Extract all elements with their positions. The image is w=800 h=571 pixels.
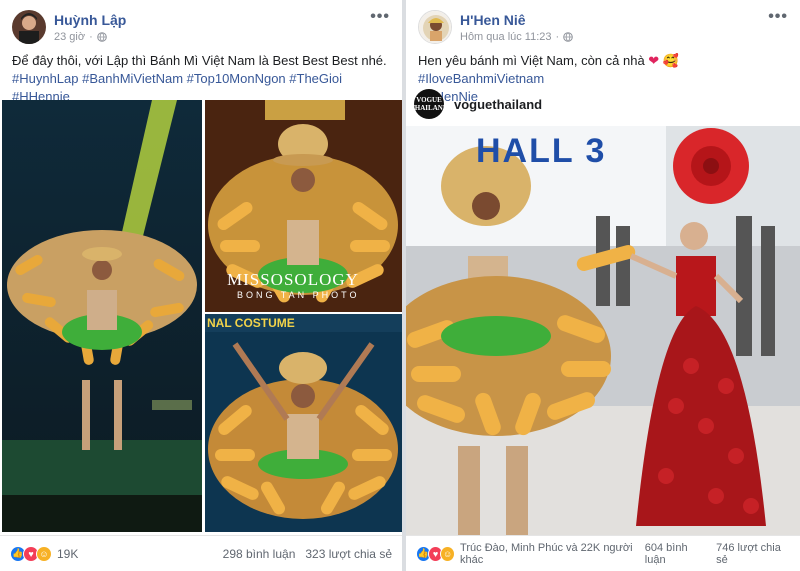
right-post: H'Hen Niê Hôm qua lúc 11:23 · ••• Hen yê…: [406, 0, 800, 571]
heart-icon: ❤: [648, 53, 660, 68]
reaction-summary: Trúc Đào, Minh Phúc và 22K người khác: [460, 541, 633, 566]
post-meta: Hôm qua lúc 11:23 ·: [460, 31, 574, 43]
photo-stage-performance[interactable]: [2, 100, 202, 532]
author-name[interactable]: Huỳnh Lập: [54, 12, 126, 28]
reactions[interactable]: 👍 ♥ ☺ Trúc Đào, Minh Phúc và 22K người k…: [416, 542, 645, 566]
instagram-source-row: VOGUE THAILAND voguethailand: [406, 86, 800, 122]
avatar[interactable]: [418, 10, 452, 44]
more-icon[interactable]: •••: [370, 8, 390, 26]
hashtag-inline[interactable]: #IloveBanhmiVietnam: [418, 71, 544, 86]
hall-sign: HALL 3: [476, 132, 607, 170]
post-text: Để đây thôi, với Lập thì Bánh Mì Việt Na…: [12, 53, 387, 68]
avatar[interactable]: [12, 10, 46, 44]
right-post-footer: 👍 ♥ ☺ Trúc Đào, Minh Phúc và 22K người k…: [406, 535, 800, 571]
reactions[interactable]: 👍 ♥ ☺ 19K: [10, 545, 79, 562]
comment-count[interactable]: 604 bình luận: [645, 542, 707, 566]
left-post: Huỳnh Lập 23 giờ · ••• Để đây thôi, với …: [0, 0, 402, 571]
haha-icon: ☺: [440, 545, 456, 562]
post-header: H'Hen Niê Hôm qua lúc 11:23 · •••: [406, 0, 800, 52]
reaction-count: 19K: [57, 546, 79, 561]
costume-banner-text: NAL COSTUME: [207, 316, 295, 330]
haha-icon: ☺: [36, 545, 52, 562]
comment-count[interactable]: 298 bình luận: [223, 547, 296, 561]
vogue-thailand-logo[interactable]: VOGUE THAILAND: [410, 89, 448, 119]
smile-hearts-icon: 🥰: [662, 53, 680, 68]
globe-icon: [96, 32, 107, 42]
photo-costume-arms-up[interactable]: NAL COSTUME: [205, 314, 402, 532]
post-time[interactable]: Hôm qua lúc 11:23: [460, 31, 552, 43]
post-text-body: Hen yêu bánh mì Việt Nam, còn cả nhà: [418, 53, 645, 68]
watermark-photographer: BONG TAN PHOTO: [237, 290, 360, 300]
post-text: Hen yêu bánh mì Việt Nam, còn cả nhà ❤ 🥰…: [406, 52, 800, 88]
more-icon[interactable]: •••: [768, 8, 788, 26]
screenshot-stage: Huỳnh Lập 23 giờ · ••• Để đây thôi, với …: [0, 0, 800, 571]
photo-costume-front[interactable]: MISSOSOLOGY BONG TAN PHOTO: [205, 100, 402, 312]
photo-backstage[interactable]: HALL 3: [406, 126, 800, 535]
author-name[interactable]: H'Hen Niê: [460, 12, 526, 28]
post-meta: 23 giờ ·: [54, 31, 107, 43]
share-count[interactable]: 746 lượt chia sẻ: [716, 542, 790, 566]
post-header: Huỳnh Lập 23 giờ · •••: [0, 0, 402, 52]
globe-icon: [563, 32, 574, 42]
instagram-account-name[interactable]: voguethailand: [454, 97, 542, 112]
share-count[interactable]: 323 lượt chia sẻ: [305, 547, 392, 561]
left-post-footer: 👍 ♥ ☺ 19K 298 bình luận 323 lượt chia sẻ: [0, 535, 402, 571]
watermark-missosology: MISSOSOLOGY: [227, 270, 359, 289]
post-time[interactable]: 23 giờ: [54, 31, 85, 43]
